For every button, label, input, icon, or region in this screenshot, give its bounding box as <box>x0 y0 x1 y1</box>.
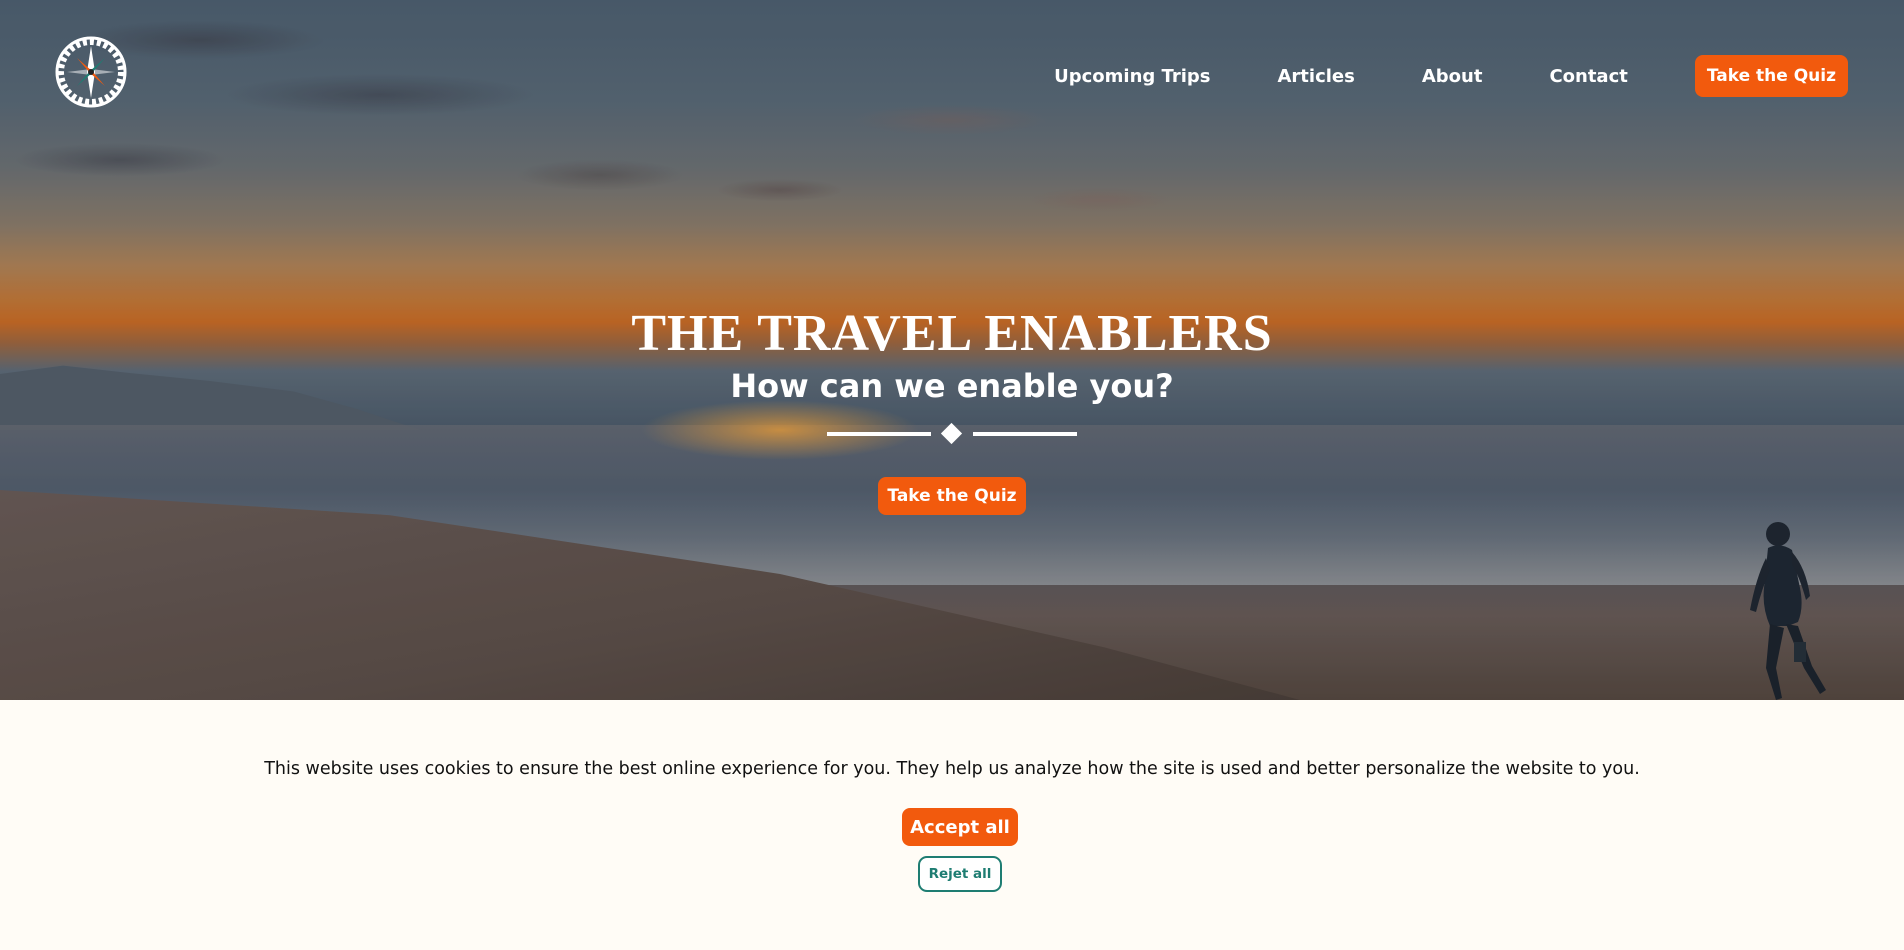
nav-take-quiz-button[interactable]: Take the Quiz <box>1694 55 1848 97</box>
divider-diamond-icon <box>940 422 963 445</box>
reject-all-button[interactable]: Rejet all <box>918 856 1002 892</box>
hero-subtitle: How can we enable you? <box>730 367 1174 405</box>
cookie-message: This website uses cookies to ensure the … <box>264 759 1640 779</box>
accept-all-button[interactable]: Accept all <box>902 808 1018 846</box>
hero-divider <box>827 422 1077 445</box>
main-nav: Upcoming Trips Articles About Contact Ta… <box>1054 55 1904 97</box>
hero-take-quiz-button[interactable]: Take the Quiz <box>878 477 1026 515</box>
nav-link-contact[interactable]: Contact <box>1549 66 1627 87</box>
nav-link-upcoming-trips[interactable]: Upcoming Trips <box>1054 66 1210 87</box>
hero-title: THE TRAVEL ENABLERS <box>631 305 1273 362</box>
nav-link-about[interactable]: About <box>1422 66 1483 87</box>
compass-logo-icon[interactable] <box>55 36 127 108</box>
divider-line-left <box>827 432 931 436</box>
divider-line-right <box>973 432 1077 436</box>
cookie-banner: This website uses cookies to ensure the … <box>0 700 1904 950</box>
nav-link-articles[interactable]: Articles <box>1277 66 1354 87</box>
